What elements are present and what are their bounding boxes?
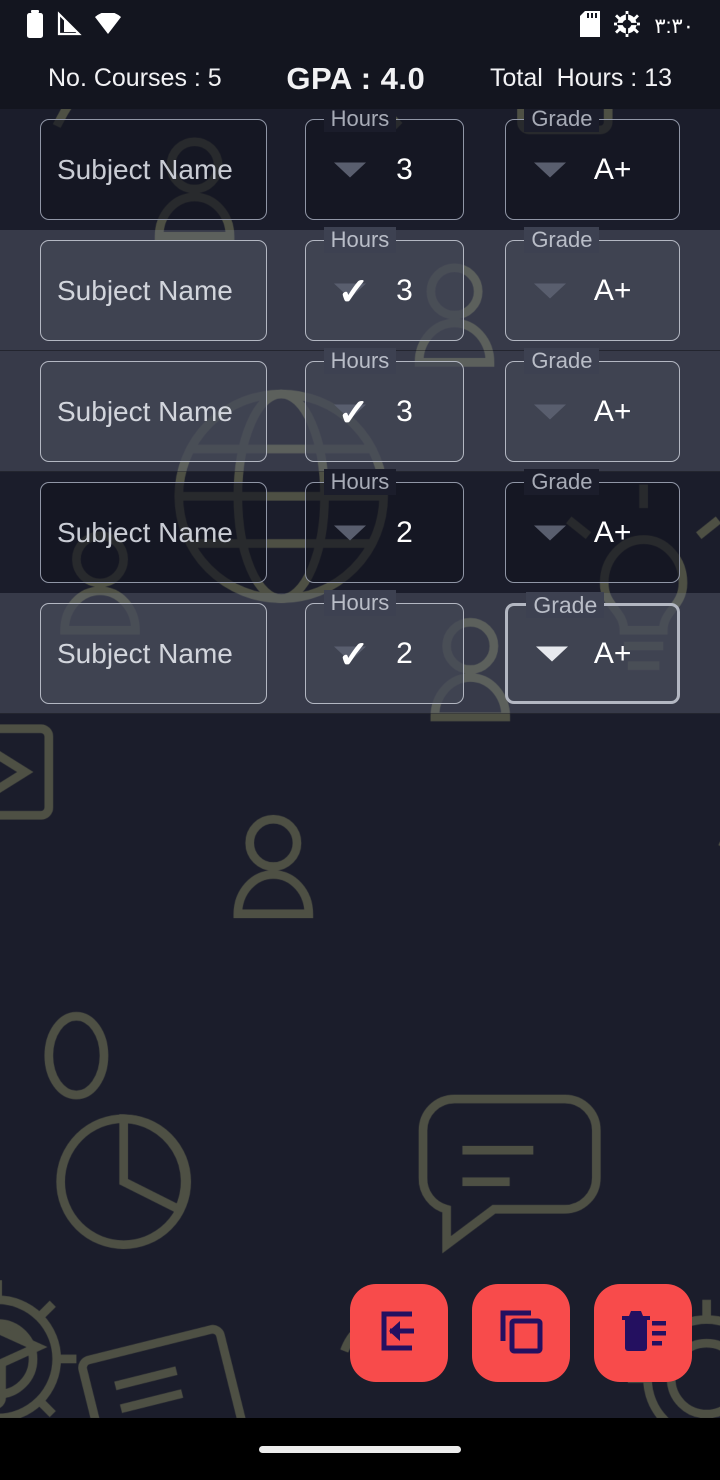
subject-name-input[interactable]: Subject Name — [40, 119, 267, 220]
grade-value: A+ — [593, 152, 632, 186]
copy-icon — [497, 1307, 545, 1360]
subject-name-input[interactable]: Subject Name — [40, 240, 267, 341]
grade-value: A+ — [593, 636, 632, 670]
signal-icon — [56, 10, 82, 42]
chevron-down-icon — [534, 162, 567, 177]
wifi-icon — [94, 11, 122, 40]
course-row[interactable]: Subject Name Hours ✓ 3 Grade A+ — [0, 348, 720, 472]
check-icon: ✓ — [337, 634, 370, 677]
course-row[interactable]: Subject Name Hours ✓ 2 Grade A+ — [0, 590, 720, 714]
subject-name-input[interactable]: Subject Name — [40, 482, 267, 583]
status-bar-right-icons: ٣:٣٠ — [580, 10, 694, 42]
total-hours: Total Hours : 13 — [489, 64, 672, 92]
save-exit-button[interactable] — [350, 1284, 448, 1382]
hours-label: Hours — [323, 106, 397, 132]
hours-dropdown[interactable]: Hours ✓ 3 — [304, 227, 465, 341]
hours-label: Hours — [323, 227, 397, 253]
chevron-down-icon — [333, 525, 366, 540]
status-bar-left-icons — [26, 9, 122, 43]
check-icon: ✓ — [337, 392, 370, 435]
hours-dropdown[interactable]: Hours 3 — [304, 106, 465, 220]
grade-dropdown[interactable]: Grade A+ — [505, 348, 680, 462]
sd-card-icon — [580, 10, 601, 42]
action-button-bar — [350, 1284, 692, 1382]
hours-value: 3 — [396, 152, 413, 186]
hours-dropdown[interactable]: Hours ✓ 2 — [304, 590, 465, 704]
delete-sweep-icon — [618, 1308, 668, 1359]
grade-label: Grade — [526, 592, 605, 618]
course-row[interactable]: Subject Name Hours ✓ 3 Grade A+ — [0, 227, 720, 351]
chevron-down-icon — [534, 404, 567, 419]
subject-name-input[interactable]: Subject Name — [40, 361, 267, 462]
hours-label: Hours — [323, 469, 397, 495]
subject-name-input[interactable]: Subject Name — [40, 603, 267, 704]
chevron-down-icon — [333, 162, 366, 177]
check-icon: ✓ — [337, 271, 370, 314]
grade-value: A+ — [593, 394, 632, 428]
chevron-down-icon — [536, 646, 569, 661]
battery-icon — [26, 9, 44, 43]
phone-screen: ٣:٣٠ No. Courses : 5 GPA : 4.0 Total Hou… — [0, 0, 720, 1480]
hours-value: 2 — [396, 636, 413, 670]
chevron-down-icon — [534, 283, 567, 298]
grade-value: A+ — [593, 515, 632, 549]
grade-dropdown[interactable]: Grade A+ — [505, 592, 680, 704]
gear-icon — [614, 10, 641, 42]
hours-label: Hours — [323, 590, 397, 616]
clock-time: ٣:٣٠ — [654, 14, 694, 38]
course-list: Subject Name Hours 3 Grade A+ Subject Name Hou… — [0, 106, 720, 714]
grade-label: Grade — [524, 348, 600, 374]
status-bar: ٣:٣٠ — [0, 0, 720, 52]
grade-label: Grade — [524, 469, 600, 495]
grade-dropdown[interactable]: Grade A+ — [505, 106, 680, 220]
delete-all-button[interactable] — [594, 1284, 692, 1382]
gpa-value: GPA : 4.0 — [286, 60, 426, 96]
home-indicator[interactable] — [259, 1445, 461, 1453]
grade-dropdown[interactable]: Grade A+ — [505, 469, 680, 583]
grade-value: A+ — [593, 273, 632, 307]
hours-dropdown[interactable]: Hours 2 — [304, 469, 465, 583]
exit-arrow-icon — [374, 1306, 424, 1361]
grade-label: Grade — [524, 106, 600, 132]
hours-value: 3 — [396, 273, 413, 307]
grade-dropdown[interactable]: Grade A+ — [505, 227, 680, 341]
hours-dropdown[interactable]: Hours ✓ 3 — [304, 348, 465, 462]
courses-count: No. Courses : 5 — [48, 64, 222, 92]
system-navigation-bar — [0, 1418, 720, 1480]
course-row[interactable]: Subject Name Hours 2 Grade A+ — [0, 469, 720, 593]
grade-label: Grade — [524, 227, 600, 253]
summary-header: No. Courses : 5 GPA : 4.0 Total Hours : … — [0, 52, 720, 109]
duplicate-button[interactable] — [472, 1284, 570, 1382]
hours-value: 3 — [396, 394, 413, 428]
course-row[interactable]: Subject Name Hours 3 Grade A+ — [0, 106, 720, 230]
hours-value: 2 — [396, 515, 413, 549]
chevron-down-icon — [534, 525, 567, 540]
hours-label: Hours — [323, 348, 397, 374]
